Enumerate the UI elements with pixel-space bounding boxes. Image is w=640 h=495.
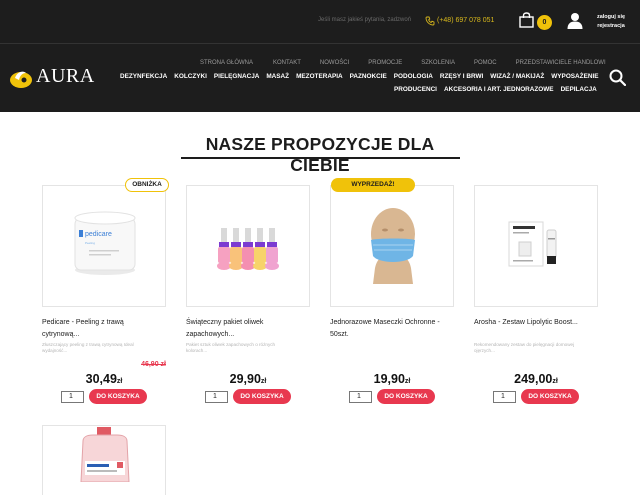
- product-description: Złuszczający peeling z trawą cytrynową I…: [42, 342, 152, 354]
- contact-question: Jeśli masz jakieś pytania, zadzwoń: [318, 17, 412, 23]
- price-value: 249,00: [514, 372, 553, 386]
- product-card[interactable]: WYPRZEDAŻ!: [330, 178, 454, 307]
- disinfectant-bottle-icon: [80, 427, 130, 482]
- price-currency: zł: [404, 378, 411, 385]
- nav-mesotherapy[interactable]: MEZOTERAPIA: [296, 73, 343, 83]
- nav-new[interactable]: NOWOŚCI: [320, 60, 349, 70]
- nav-producers[interactable]: PRODUCENCI: [394, 86, 437, 96]
- nav-podology[interactable]: PODOLOGIA: [394, 73, 433, 83]
- product-name-line2[interactable]: zapachowych...: [186, 329, 310, 341]
- price-value: 19,90: [373, 372, 405, 386]
- price-currency: zł: [260, 378, 267, 385]
- product-price: 19,90zł: [330, 372, 454, 386]
- product-desc-line2: kolorach...: [186, 348, 208, 353]
- product-card[interactable]: [42, 425, 166, 495]
- product-price: 30,49zł: [42, 372, 166, 386]
- product-name-line2[interactable]: 50szt.: [330, 329, 454, 341]
- cart-count-badge[interactable]: 0: [537, 15, 552, 30]
- category-nav-row2: PRODUCENCI AKCESORIA I ART. JEDNORAZOWE …: [394, 86, 597, 96]
- old-price: 46,90 zł: [141, 361, 166, 368]
- logo-text: AURA: [36, 65, 95, 87]
- add-to-cart-button[interactable]: DO KOSZYKA: [521, 389, 579, 404]
- product-desc-line2: ojęrzych...: [474, 348, 495, 353]
- product-name[interactable]: Pedicare - Peeling z trawą cytrynową...: [42, 317, 166, 341]
- discount-badge: OBNIŻKA: [125, 178, 169, 192]
- product-name-line1[interactable]: Świąteczny pakiet oliwek: [186, 317, 310, 329]
- title-underline: [181, 157, 460, 159]
- cream-jar-icon: pedicare Peeling: [74, 211, 136, 275]
- nav-makeup[interactable]: WIZAŻ / MAKIJAŻ: [490, 73, 544, 83]
- nav-depilation[interactable]: DEPILACJA: [561, 86, 597, 96]
- phone-number[interactable]: (+48) 697 078 051: [437, 17, 494, 24]
- nav-contact[interactable]: KONTAKT: [273, 60, 301, 70]
- shopping-bag-icon[interactable]: [519, 12, 534, 28]
- add-to-cart-button[interactable]: DO KOSZYKA: [89, 389, 147, 404]
- search-icon[interactable]: [609, 69, 626, 86]
- nav-nails[interactable]: PAZNOKCIE: [350, 73, 387, 83]
- face-mask-icon: [365, 208, 421, 284]
- quantity-input[interactable]: 1: [205, 391, 228, 403]
- nav-massage[interactable]: MASAŻ: [266, 73, 289, 83]
- aura-logo[interactable]: AURA: [9, 63, 101, 93]
- login-link[interactable]: zaloguj się: [591, 13, 631, 22]
- account-links: zaloguj się rejestracja: [591, 13, 631, 31]
- product-name[interactable]: Arosha - Zestaw Lipolytic Boost...: [474, 317, 598, 329]
- price-value: 29,90: [229, 372, 261, 386]
- price-currency: zł: [552, 378, 558, 385]
- product-description: Pakiet sztuk oliwek zapachowych o różnyc…: [186, 342, 296, 354]
- product-card[interactable]: [474, 185, 598, 307]
- nav-promotions[interactable]: PROMOCJE: [368, 60, 402, 70]
- user-icon[interactable]: [567, 12, 583, 29]
- quantity-input[interactable]: 1: [61, 391, 84, 403]
- secondary-nav: STRONA GŁÓWNA KONTAKT NOWOŚCI PROMOCJE S…: [200, 60, 606, 70]
- nav-care[interactable]: PIELĘGNACJA: [214, 73, 259, 83]
- add-to-cart-button[interactable]: DO KOSZYKA: [377, 389, 435, 404]
- nav-home[interactable]: STRONA GŁÓWNA: [200, 60, 253, 70]
- product-name-line1[interactable]: Jednorazowe Maseczki Ochronne -: [330, 317, 454, 329]
- logo-mark-icon: [10, 71, 32, 88]
- section-title: NASZE PROPOZYCJE DLA CIEBIE: [205, 134, 435, 175]
- phone-icon: [425, 16, 435, 26]
- product-name-line1[interactable]: Arosha - Zestaw Lipolytic Boost...: [474, 317, 598, 329]
- quantity-input[interactable]: 1: [493, 391, 516, 403]
- add-to-cart-button[interactable]: DO KOSZYKA: [233, 389, 291, 404]
- nav-training[interactable]: SZKOLENIA: [421, 60, 455, 70]
- product-name[interactable]: Świąteczny pakiet oliwek zapachowych...: [186, 317, 310, 341]
- sale-badge: WYPRZEDAŻ!: [331, 178, 415, 192]
- product-card[interactable]: [186, 185, 310, 307]
- site-header: Jeśli masz jakieś pytania, zadzwoń (+48)…: [0, 0, 640, 112]
- price-currency: zł: [116, 378, 123, 385]
- product-card[interactable]: OBNIŻKA pedicare Peeling: [42, 178, 169, 307]
- product-name-line1[interactable]: Pedicare - Peeling z trawą: [42, 317, 166, 329]
- top-bar: Jeśli masz jakieś pytania, zadzwoń (+48)…: [0, 0, 640, 44]
- quantity-input[interactable]: 1: [349, 391, 372, 403]
- product-description: Rekomendowany zestaw do pielęgnacji domo…: [474, 342, 584, 354]
- product-name[interactable]: Jednorazowe Maseczki Ochronne - 50szt.: [330, 317, 454, 341]
- product-name-line2[interactable]: cytrynową...: [42, 329, 166, 341]
- nav-equipment[interactable]: WYPOSAŻENIE: [551, 73, 598, 83]
- svg-text:Peeling: Peeling: [85, 241, 95, 245]
- svg-text:pedicare: pedicare: [85, 231, 112, 238]
- price-value: 30,49: [85, 372, 117, 386]
- nav-earrings[interactable]: KOLCZYKI: [174, 73, 207, 83]
- category-nav: DEZYNFEKCJA KOLCZYKI PIELĘGNACJA MASAŻ M…: [120, 73, 599, 83]
- nav-help[interactable]: POMOC: [474, 60, 497, 70]
- nav-lashes-brows[interactable]: RZĘSY I BRWI: [440, 73, 483, 83]
- product-price: 29,90zł: [186, 372, 310, 386]
- register-link[interactable]: rejestracja: [591, 22, 631, 31]
- cosmetic-set-icon: [508, 221, 557, 267]
- nail-oil-bottles-icon: [217, 228, 279, 270]
- product-desc-line2: wydajność...: [42, 348, 68, 353]
- nav-accessories[interactable]: AKCESORIA I ART. JEDNORAZOWE: [444, 86, 554, 96]
- product-price: 249,00zł: [474, 372, 598, 386]
- nav-representatives[interactable]: PRZEDSTAWICIELE HANDLOWI: [516, 60, 606, 70]
- nav-disinfection[interactable]: DEZYNFEKCJA: [120, 73, 167, 83]
